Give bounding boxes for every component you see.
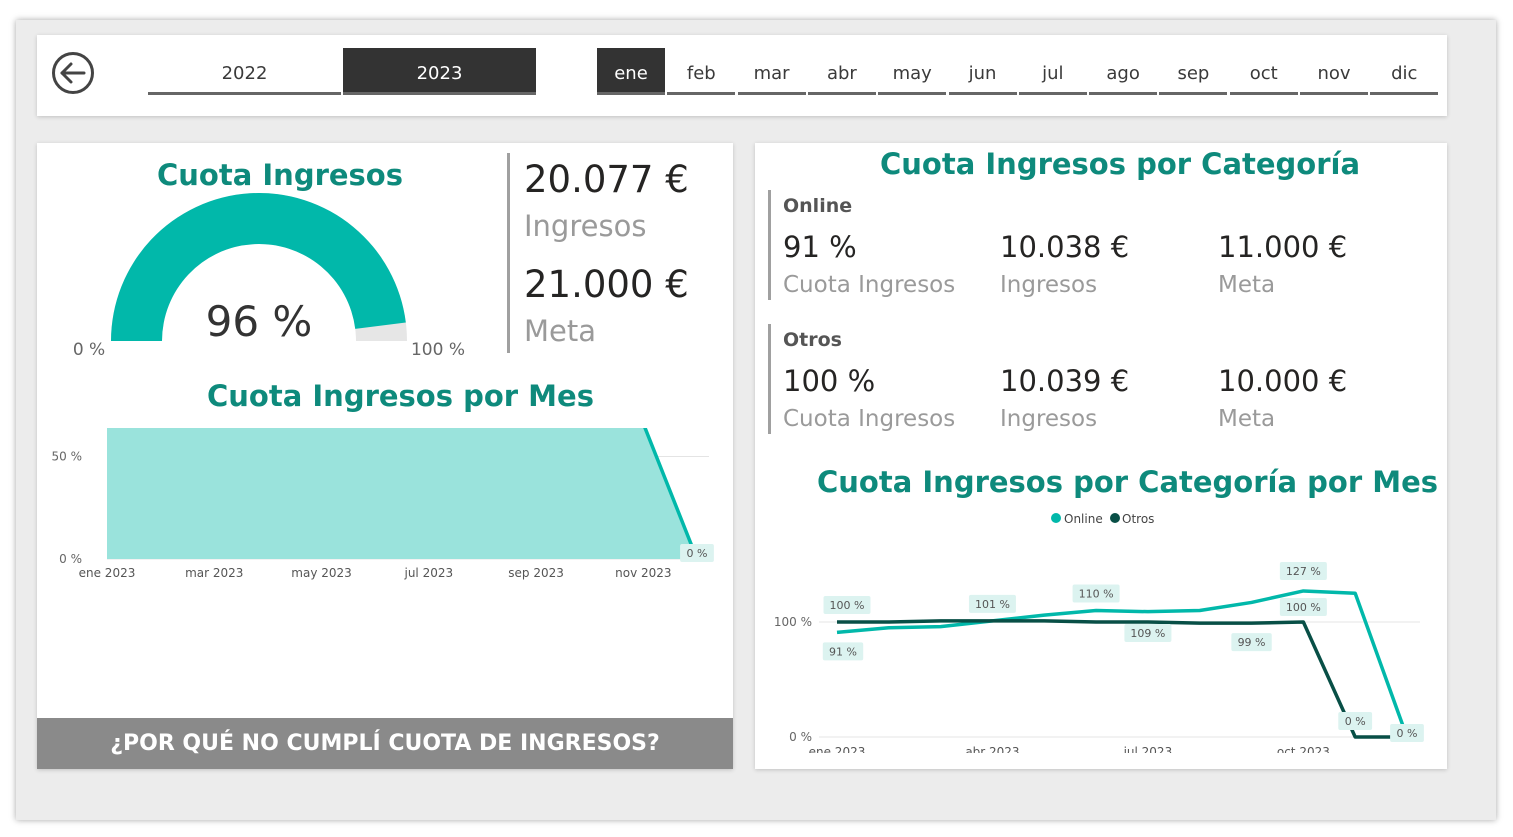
monthly-area-chart: 0 %50 %100 %96 %105 %105 %115 %0 %ene 20… [52, 428, 714, 580]
month-option-jun[interactable]: jun [948, 48, 1017, 95]
chart1-y-tick: 0 % [59, 552, 82, 566]
chart2-y-tick: 0 % [789, 730, 812, 744]
year-option-2022[interactable]: 2022 [148, 48, 341, 95]
cuota-ingresos-panel: Cuota Ingresos 96 % 0 % 100 % 20.077 € I… [37, 143, 733, 769]
chart2-x-tick: abr 2023 [965, 745, 1019, 753]
kpi-divider [507, 153, 510, 353]
gauge-value-label: 96 % [206, 297, 313, 346]
month-option-ago[interactable]: ago [1089, 48, 1158, 95]
month-option-oct[interactable]: oct [1229, 48, 1298, 95]
gauge-min-label: 0 % [73, 340, 105, 360]
category-monthly-title: Cuota Ingresos por Categoría por Mes [817, 465, 1439, 499]
chart2-data-label: 91 % [829, 645, 857, 658]
month-option-jul[interactable]: jul [1018, 48, 1087, 95]
chart2-line-otros [837, 619, 1407, 739]
legend-otros-marker [1110, 513, 1120, 523]
chart2-x-tick: oct 2023 [1277, 745, 1330, 753]
filter-bar: 2022 2023 ene feb mar abr may jun jul ago sep oct n… [37, 35, 1447, 116]
month-option-abr[interactable]: abr [807, 48, 876, 95]
month-option-may[interactable]: may [878, 48, 947, 95]
online-cuota-label: Cuota Ingresos [783, 272, 956, 298]
month-option-sep[interactable]: sep [1159, 48, 1228, 95]
chart2-data-label: 99 % [1238, 636, 1266, 649]
meta-value: 21.000 € [524, 263, 689, 306]
monthly-chart-title: Cuota Ingresos por Mes [207, 379, 594, 413]
month-option-feb[interactable]: feb [667, 48, 736, 95]
meta-label: Meta [524, 314, 597, 348]
chart2-data-label: 0 % [1345, 715, 1366, 728]
chart2-data-label: 100 % [1286, 601, 1321, 614]
chart1-y-tick: 50 % [52, 450, 83, 464]
chart1-x-tick: jul 2023 [403, 566, 453, 580]
otros-label: Otros [783, 329, 842, 351]
online-ingresos-value: 10.038 € [1000, 230, 1130, 264]
gauge-title: Cuota Ingresos [157, 158, 403, 192]
otros-meta-value: 10.000 € [1218, 364, 1348, 398]
chart1-x-tick: may 2023 [291, 566, 352, 580]
otros-meta-label: Meta [1218, 406, 1276, 432]
chart1-area [107, 428, 697, 559]
online-label: Online [783, 195, 853, 217]
month-option-mar[interactable]: mar [737, 48, 806, 95]
month-option-nov[interactable]: nov [1300, 48, 1368, 95]
why-quota-button[interactable]: ¿POR QUÉ NO CUMPLÍ CUOTA DE INGRESOS? [37, 718, 733, 769]
online-divider [768, 190, 771, 300]
online-meta-value: 11.000 € [1218, 230, 1348, 264]
category-panel: Cuota Ingresos por Categoría Online 91 %… [755, 143, 1447, 769]
online-ingresos-label: Ingresos [1000, 272, 1098, 298]
otros-cuota-label: Cuota Ingresos [783, 406, 956, 432]
otros-ingresos-label: Ingresos [1000, 406, 1098, 432]
otros-divider [768, 324, 771, 434]
chart2-data-label: 127 % [1286, 565, 1321, 578]
category-monthly-line-chart: Online Otros 0 % 100 % 100 % 91 % 101 % 110 % 10… [774, 513, 1424, 753]
legend-online-label: Online [1064, 513, 1103, 526]
chart2-data-label: 0 % [1397, 727, 1418, 740]
online-cuota-value: 91 % [783, 230, 857, 264]
otros-cuota-value: 100 % [783, 364, 876, 398]
chart2-y-tick: 100 % [774, 615, 812, 629]
chart2-x-tick: ene 2023 [809, 745, 866, 753]
month-option-ene[interactable]: ene [597, 48, 665, 95]
chart1-x-tick: sep 2023 [508, 566, 564, 580]
gauge-chart: 96 % 0 % 100 % [73, 193, 465, 360]
back-arrow-icon[interactable] [51, 51, 95, 95]
chart1-x-tick: nov 2023 [615, 566, 671, 580]
otros-ingresos-value: 10.039 € [1000, 364, 1130, 398]
chart2-data-label: 110 % [1079, 588, 1114, 601]
chart2-x-tick: jul 2023 [1123, 745, 1173, 753]
chart2-data-label: 109 % [1130, 627, 1165, 640]
ingresos-label: Ingresos [524, 209, 647, 243]
legend-otros-label: Otros [1122, 513, 1154, 526]
chart2-data-label: 101 % [975, 598, 1010, 611]
chart1-data-label: 0 % [687, 547, 708, 560]
chart1-x-tick: mar 2023 [185, 566, 243, 580]
month-option-dic[interactable]: dic [1370, 48, 1439, 95]
ingresos-value: 20.077 € [524, 158, 689, 201]
gauge-max-label: 100 % [411, 340, 465, 360]
chart2-data-label: 100 % [830, 599, 865, 612]
year-option-2023[interactable]: 2023 [343, 48, 536, 95]
chart1-x-tick: ene 2023 [79, 566, 136, 580]
legend-online-marker [1051, 513, 1061, 523]
category-title: Cuota Ingresos por Categoría [880, 147, 1361, 181]
online-meta-label: Meta [1218, 272, 1276, 298]
